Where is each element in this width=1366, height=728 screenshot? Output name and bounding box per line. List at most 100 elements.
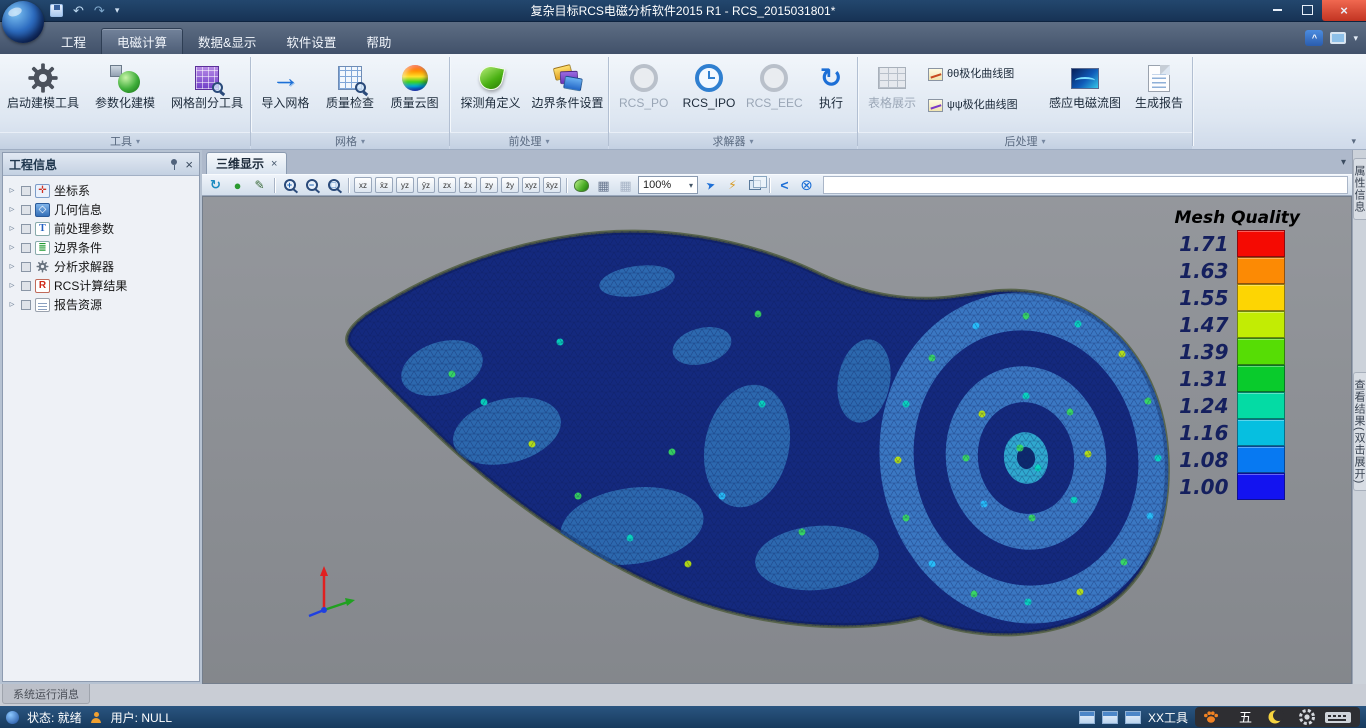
expander-icon[interactable]: ▹ (7, 280, 17, 291)
ime-keyboard-icon[interactable] (1325, 712, 1351, 723)
qat-dropdown-icon[interactable]: ▾ (115, 5, 120, 16)
tree-item-geometry-info[interactable]: ▹ ◇ 几何信息 (3, 200, 199, 219)
toolbar-input-strip[interactable] (823, 176, 1348, 194)
tree-item-analysis-solver[interactable]: ▹ 分析求解器 (3, 257, 199, 276)
zoom-in-button[interactable]: + (280, 176, 299, 194)
group-dialog-arrow-icon[interactable]: ▾ (1041, 137, 1045, 146)
panel-close-icon[interactable]: × (185, 158, 193, 171)
tree-item-rcs-results[interactable]: ▹ R RCS计算结果 (3, 276, 199, 295)
redo-icon[interactable]: ↷ (94, 4, 105, 17)
minimize-button[interactable] (1262, 0, 1292, 20)
tab-electromagnetic-calculation[interactable]: 电磁计算 (101, 28, 183, 54)
view-zy-button[interactable]: zy (480, 177, 498, 193)
collapse-ribbon-icon[interactable]: ^ (1305, 30, 1323, 46)
duplicate-window-button[interactable] (745, 176, 764, 194)
tab-software-settings[interactable]: 软件设置 (271, 28, 351, 54)
execute-button[interactable]: ↻ 执行 (807, 56, 855, 132)
expander-icon[interactable]: ▹ (7, 261, 17, 272)
group-dialog-arrow-icon[interactable]: ▾ (361, 137, 365, 146)
3d-viewport[interactable]: Mesh Quality 1.71 1.63 1.55 1.47 1.39 1.… (202, 196, 1352, 684)
theta-polarization-curve-button[interactable]: θθ极化曲线图 (924, 60, 1042, 88)
tab-3d-display[interactable]: 三维显示 × (206, 152, 287, 174)
tab-data-display[interactable]: 数据&显示 (183, 28, 271, 54)
import-mesh-button[interactable]: → 导入网格 (253, 56, 318, 132)
group-dialog-arrow-icon[interactable]: ▾ (749, 137, 753, 146)
view-zx-button[interactable]: zx (438, 177, 456, 193)
checkbox[interactable] (21, 300, 31, 310)
checkbox[interactable] (21, 205, 31, 215)
view-yz-button[interactable]: yz (396, 177, 414, 193)
layout-toggle-icon-1[interactable] (1079, 711, 1095, 724)
checkbox[interactable] (21, 243, 31, 253)
solver-rcs-ipo-button[interactable]: RCS_IPO (676, 56, 741, 132)
quality-cloud-map-button[interactable]: 质量云图 (382, 56, 447, 132)
ribbon-options-arrow-icon[interactable]: ▾ (1351, 136, 1356, 147)
view-iso2-button[interactable]: x̄yz (543, 177, 561, 193)
annotate-icon[interactable]: ✎ (250, 176, 269, 194)
view-yz-rev-button[interactable]: ȳz (417, 177, 435, 193)
vertical-tab-view-results[interactable]: 查看结果(双击展开) (1353, 372, 1366, 491)
launch-modeling-tool-button[interactable]: 启动建模工具 (2, 56, 84, 132)
tree-item-coordinate-system[interactable]: ▹ ✛ 坐标系 (3, 181, 199, 200)
tab-help[interactable]: 帮助 (351, 28, 406, 54)
shaded-view-button[interactable] (572, 176, 591, 194)
tab-engineering[interactable]: 工程 (46, 28, 101, 54)
pin-icon[interactable] (169, 158, 179, 170)
boundary-condition-settings-button[interactable]: 边界条件设置 (529, 56, 606, 132)
view-zy-rev-button[interactable]: z̄y (501, 177, 519, 193)
zoom-window-button[interactable]: □ (324, 176, 343, 194)
flip-view-icon[interactable]: < (775, 176, 794, 194)
expander-icon[interactable]: ▹ (7, 185, 17, 196)
view-zx-rev-button[interactable]: z̄x (459, 177, 477, 193)
group-dialog-arrow-icon[interactable]: ▾ (545, 137, 549, 146)
pan-view-icon[interactable]: ● (228, 176, 247, 194)
select-cursor-icon[interactable]: ➤ (699, 174, 722, 196)
tree-item-boundary-conditions[interactable]: ▹ ≣ 边界条件 (3, 238, 199, 257)
induced-current-map-button[interactable]: 感应电磁流图 (1042, 56, 1128, 132)
table-display-button[interactable]: 表格展示 (860, 56, 924, 132)
checkbox[interactable] (21, 281, 31, 291)
rotate-view-icon[interactable]: ↻ (206, 176, 225, 194)
solver-rcs-eec-button[interactable]: RCS_EEC (742, 56, 807, 132)
expander-icon[interactable]: ▹ (7, 223, 17, 234)
group-dialog-arrow-icon[interactable]: ▾ (136, 137, 140, 146)
mesh-partition-tool-button[interactable]: 网格剖分工具 (166, 56, 248, 132)
save-icon[interactable] (50, 4, 63, 17)
expander-icon[interactable]: ▹ (7, 299, 17, 310)
layout-toggle-icon-3[interactable] (1125, 711, 1141, 724)
generate-report-button[interactable]: 生成报告 (1128, 56, 1190, 132)
close-button[interactable]: × (1322, 0, 1366, 21)
view-xz-button[interactable]: xz (354, 177, 372, 193)
grid-toggle-button[interactable]: ▦ (616, 176, 635, 194)
tab-list-dropdown-icon[interactable]: ▾ (1341, 157, 1346, 168)
tab-close-icon[interactable]: × (271, 158, 277, 170)
ime-wubi-label[interactable]: 五 (1239, 710, 1252, 725)
checkbox[interactable] (21, 262, 31, 272)
tree-item-report-resources[interactable]: ▹ 报告资源 (3, 295, 199, 314)
maximize-button[interactable] (1292, 0, 1322, 20)
zoom-out-button[interactable]: − (302, 176, 321, 194)
psi-polarization-curve-button[interactable]: ψψ极化曲线图 (924, 91, 1042, 119)
clear-view-icon[interactable]: ⊗ (797, 176, 816, 194)
expander-icon[interactable]: ▹ (7, 242, 17, 253)
ime-toolbar[interactable]: 五 (1195, 707, 1360, 727)
vertical-tab-properties[interactable]: 属性信息 (1353, 158, 1366, 220)
parametric-modeling-button[interactable]: 参数化建模 (84, 56, 166, 132)
checkbox[interactable] (21, 186, 31, 196)
solver-rcs-po-button[interactable]: RCS_PO (611, 56, 676, 132)
lighting-icon[interactable]: ⚡ (723, 176, 742, 194)
app-logo[interactable] (2, 1, 44, 43)
view-iso-button[interactable]: xyz (522, 177, 540, 193)
expander-icon[interactable]: ▹ (7, 204, 17, 215)
wireframe-view-button[interactable]: ▦ (594, 176, 613, 194)
layout-toggle-icon-2[interactable] (1102, 711, 1118, 724)
zoom-level-select[interactable]: 100% ▾ (638, 176, 698, 194)
system-messages-tab[interactable]: 系统运行消息 (2, 684, 90, 704)
undo-icon[interactable]: ↶ (73, 4, 84, 17)
view-xz-rev-button[interactable]: x̄z (375, 177, 393, 193)
display-icon[interactable] (1330, 32, 1346, 44)
checkbox[interactable] (21, 224, 31, 234)
probe-angle-definition-button[interactable]: 探测角定义 (452, 56, 529, 132)
tree-item-preprocessing-params[interactable]: ▹ T 前处理参数 (3, 219, 199, 238)
menu-dropdown-icon[interactable]: ▾ (1353, 33, 1358, 44)
